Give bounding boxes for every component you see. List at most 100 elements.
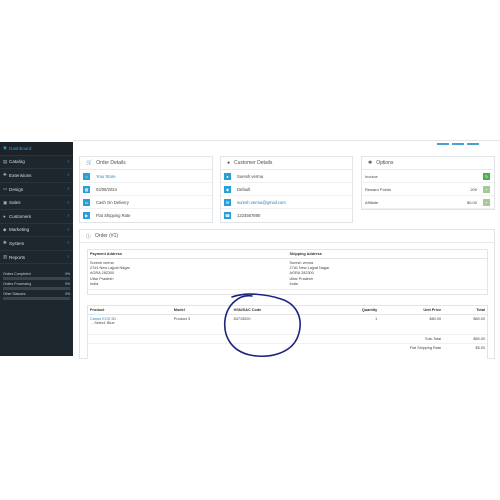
sidebar-menu: ◉ Dashboard ▤ Catalog › ✚ Extensions › ▭ Design › ▣… bbox=[0, 142, 73, 265]
sidebar-item-customers[interactable]: ● Customers › bbox=[0, 210, 73, 224]
stat-label: Other Statuses bbox=[3, 292, 26, 297]
customer-details-title: Customer Details bbox=[234, 160, 273, 166]
order-details-header: 🛒 Order Details bbox=[80, 157, 212, 170]
progress-bar bbox=[3, 297, 70, 301]
header-button-1[interactable] bbox=[437, 143, 449, 145]
customer-details-panel: ● Customer Details ● Suresh verma ◆ Defa… bbox=[220, 156, 353, 223]
shipping-row: ▶ Flat Shipping Rate bbox=[80, 209, 212, 222]
model-cell: Product 3 bbox=[171, 314, 232, 335]
shipping-address-header: Shipping Address bbox=[287, 250, 487, 259]
stat-value: 0% bbox=[65, 282, 70, 287]
phone-icon: ☎ bbox=[224, 212, 231, 219]
customer-name-row: ● Suresh verma bbox=[221, 170, 352, 183]
credit-card-icon: ▭ bbox=[83, 198, 90, 206]
shipping-address: Suresh verma 27d1 New Lajpat Nagar AGRA … bbox=[287, 258, 487, 291]
payment-address: Suresh verma 27d1 New Lajpat Nagar AGRA … bbox=[88, 258, 288, 291]
group-icon: ◆ bbox=[224, 185, 231, 193]
sidebar-item-dashboard[interactable]: ◉ Dashboard bbox=[0, 142, 73, 156]
chevron-right-icon: › bbox=[67, 186, 69, 193]
stat-text-row: Orders Processing 0% bbox=[3, 282, 70, 286]
store-row[interactable]: ⌂ Your Store bbox=[80, 170, 212, 183]
shipping-total-label: Flat Shipping Rate bbox=[409, 346, 442, 350]
options-panel: ✱ Options Invoice ↻ Reward Points 200 + … bbox=[361, 156, 495, 210]
invoice-label: Invoice bbox=[365, 173, 378, 179]
sidebar-item-label: System bbox=[9, 240, 25, 246]
affiliate-value: $0.00 bbox=[466, 199, 477, 205]
customer-group: Default bbox=[237, 186, 251, 192]
order-details-title: Order Details bbox=[96, 160, 126, 166]
sidebar-item-label: Design bbox=[9, 186, 24, 192]
subtotal-value: $80.00 bbox=[443, 334, 487, 344]
header-button-2[interactable] bbox=[452, 143, 464, 145]
shipping-total-row: Flat Shipping Rate $5.00 bbox=[88, 344, 487, 353]
sidebar-item-design[interactable]: ▭ Design › bbox=[0, 183, 73, 197]
store-icon: ⌂ bbox=[83, 172, 90, 180]
sidebar-item-system[interactable]: ✱ System › bbox=[0, 237, 73, 251]
sidebar-item-sales[interactable]: ▣ Sales › bbox=[0, 196, 73, 210]
customer-email-link[interactable]: suresh.verma@gmail.com bbox=[237, 200, 352, 205]
chevron-right-icon: › bbox=[67, 172, 69, 179]
progress-bar bbox=[3, 277, 70, 281]
sidebar-item-label: Reports bbox=[9, 254, 26, 260]
order-details-panel: 🛒 Order Details ⌂ Your Store ▦ 02/08/202… bbox=[79, 156, 213, 223]
sidebar-item-catalog[interactable]: ▤ Catalog › bbox=[0, 156, 73, 170]
address-line: India bbox=[90, 281, 99, 286]
sidebar-stats: Orders Completed 0% Orders Processing 0% Oth… bbox=[0, 264, 73, 301]
reward-points-row: Reward Points 200 + bbox=[362, 183, 494, 196]
sidebar-stat: Other Statuses 0% bbox=[0, 290, 73, 301]
hsn-cell: 84715000 bbox=[231, 314, 332, 335]
payment-method: Cash On Delivery bbox=[96, 199, 129, 205]
add-commission-button[interactable]: + bbox=[483, 198, 490, 206]
info-circle-icon: ⓘ bbox=[86, 233, 92, 240]
sidebar-stat: Orders Processing 0% bbox=[0, 280, 73, 291]
cart-icon: 🛒 bbox=[86, 160, 93, 166]
col-quantity: Quantity bbox=[331, 306, 380, 315]
sidebar-item-label: Catalog bbox=[9, 159, 25, 165]
progress-bar bbox=[3, 287, 70, 291]
date-row: ▦ 02/08/2024 bbox=[80, 183, 212, 196]
col-product: Product bbox=[88, 306, 172, 315]
sidebar-item-label: Extensions bbox=[9, 172, 32, 178]
payment-row: ▭ Cash On Delivery bbox=[80, 196, 212, 209]
add-reward-button[interactable]: + bbox=[483, 185, 490, 193]
options-title: Options bbox=[376, 160, 394, 166]
total-cell: $80.00 bbox=[443, 314, 487, 335]
chevron-right-icon: › bbox=[67, 240, 69, 247]
stat-text-row: Other Statuses 0% bbox=[3, 292, 70, 296]
customer-group-row: ◆ Default bbox=[221, 183, 352, 196]
sidebar-item-label: Marketing bbox=[9, 227, 30, 233]
reward-points-value: 200 bbox=[470, 186, 477, 192]
sidebar-item-extensions[interactable]: ✚ Extensions › bbox=[0, 169, 73, 183]
stat-label: Orders Processing bbox=[3, 282, 32, 287]
sidebar-item-label: Customers bbox=[9, 213, 32, 219]
chevron-right-icon: › bbox=[67, 226, 69, 233]
chevron-right-icon: › bbox=[67, 213, 69, 220]
customer-phone: 1234567890 bbox=[237, 213, 261, 218]
user-icon: ● bbox=[224, 172, 231, 180]
sidebar: ◉ Dashboard ▤ Catalog › ✚ Extensions › ▭ Design › ▣… bbox=[0, 142, 73, 356]
customer-email-row[interactable]: ✉ suresh.verma@gmail.com bbox=[221, 196, 352, 209]
chevron-right-icon: › bbox=[67, 199, 69, 206]
order-header: ⓘ Order (#1) bbox=[80, 230, 494, 243]
payment-address-header: Payment Address bbox=[88, 250, 288, 259]
generate-invoice-button[interactable]: ↻ bbox=[483, 172, 490, 180]
sidebar-item-marketing[interactable]: ◆ Marketing › bbox=[0, 224, 73, 238]
stat-label: Orders Completed bbox=[3, 272, 31, 277]
order-title: Order (#1) bbox=[95, 233, 119, 239]
reward-points-label: Reward Points bbox=[365, 186, 392, 192]
unit-price-cell: $80.00 bbox=[379, 314, 444, 335]
quantity-cell: 1 bbox=[331, 314, 380, 335]
address-line: India bbox=[289, 281, 298, 286]
calendar-icon: ▦ bbox=[83, 185, 90, 193]
stat-value: 0% bbox=[65, 292, 70, 297]
sidebar-item-label: Dashboard bbox=[9, 145, 32, 151]
col-total: Total bbox=[443, 306, 487, 315]
store-link[interactable]: Your Store bbox=[96, 174, 212, 179]
col-hsn: HSN/SAC Code bbox=[231, 306, 332, 315]
sidebar-item-reports[interactable]: ▥ Reports › bbox=[0, 251, 73, 265]
header-button-3[interactable] bbox=[467, 143, 479, 145]
customer-phone-row: ☎ 1234567890 bbox=[221, 209, 352, 222]
app-frame: ◉ Dashboard ▤ Catalog › ✚ Extensions › ▭ Design › ▣… bbox=[0, 0, 500, 500]
customer-details-header: ● Customer Details bbox=[221, 157, 352, 170]
product-option: - Select: Blue bbox=[92, 321, 115, 325]
